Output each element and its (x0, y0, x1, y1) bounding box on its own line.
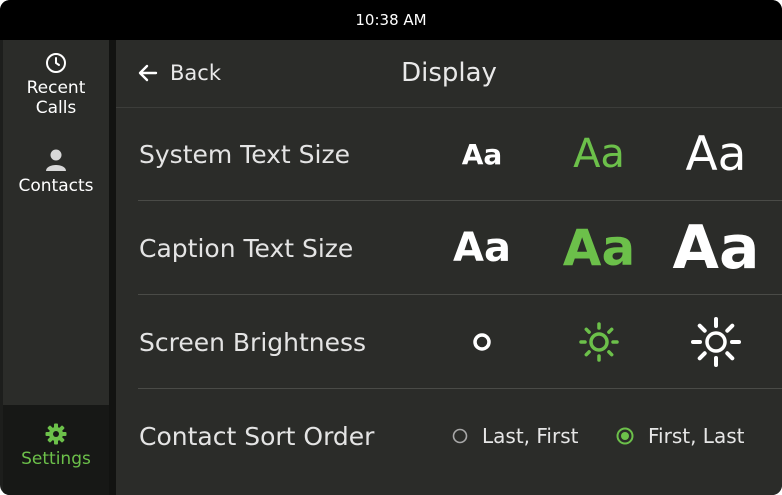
sidebar-item-label: Contacts (18, 176, 94, 196)
sidebar-item-contacts[interactable]: Contacts (3, 148, 109, 196)
sidebar-item-recent-calls[interactable]: Recent Calls (3, 52, 109, 118)
sort-last-first-label: Last, First (482, 424, 579, 448)
system-text-size-label: System Text Size (139, 139, 350, 169)
caption-text-size-row: Caption Text Size Aa Aa Aa (116, 201, 782, 295)
sidebar-item-settings[interactable]: Settings (3, 405, 109, 495)
device-screen: 10:38 AM Recent Calls Contacts Settings … (0, 0, 782, 495)
brightness-low-option[interactable] (427, 295, 537, 389)
sidebar-item-label: Settings (21, 449, 91, 469)
brightness-high-option[interactable] (661, 295, 771, 389)
sidebar-item-label: Recent Calls (26, 78, 86, 118)
system-text-size-row: System Text Size Aa Aa Aa (116, 107, 782, 201)
sort-first-last-radio[interactable]: First, Last (616, 389, 744, 483)
back-button[interactable]: Back (138, 58, 221, 88)
main-panel: Back Display System Text Size Aa Aa Aa C… (116, 40, 782, 495)
brightness-low-icon (473, 333, 491, 351)
back-label: Back (170, 61, 221, 85)
status-bar: 10:38 AM (0, 0, 782, 40)
caption-text-size-large-option[interactable]: Aa (661, 201, 771, 295)
arrow-left-icon (138, 64, 158, 82)
header: Back Display (116, 40, 782, 108)
system-text-size-small-option[interactable]: Aa (427, 107, 537, 201)
radio-selected-icon (616, 427, 634, 445)
radio-unselected-icon (452, 428, 468, 444)
contact-sort-order-label: Contact Sort Order (139, 421, 375, 451)
sort-first-last-label: First, Last (648, 424, 745, 448)
brightness-medium-option[interactable] (544, 295, 654, 389)
screen-brightness-row: Screen Brightness (116, 295, 782, 389)
clock-icon (46, 53, 66, 73)
system-text-size-large-option[interactable]: Aa (661, 107, 771, 201)
contact-sort-order-row: Contact Sort Order Last, First First, La… (116, 389, 782, 483)
sidebar: Recent Calls Contacts Settings (3, 40, 109, 495)
gear-icon (45, 423, 67, 445)
caption-text-size-label: Caption Text Size (139, 233, 354, 263)
caption-text-size-small-option[interactable]: Aa (427, 201, 537, 295)
caption-text-size-medium-option[interactable]: Aa (544, 201, 654, 295)
sort-last-first-radio[interactable]: Last, First (452, 389, 578, 483)
status-time: 10:38 AM (355, 11, 427, 29)
person-icon (46, 149, 66, 171)
brightness-medium-icon (579, 322, 619, 362)
brightness-high-icon (691, 317, 741, 367)
system-text-size-medium-option[interactable]: Aa (544, 107, 654, 201)
sidebar-divider (109, 40, 116, 495)
screen-brightness-label: Screen Brightness (139, 327, 367, 357)
